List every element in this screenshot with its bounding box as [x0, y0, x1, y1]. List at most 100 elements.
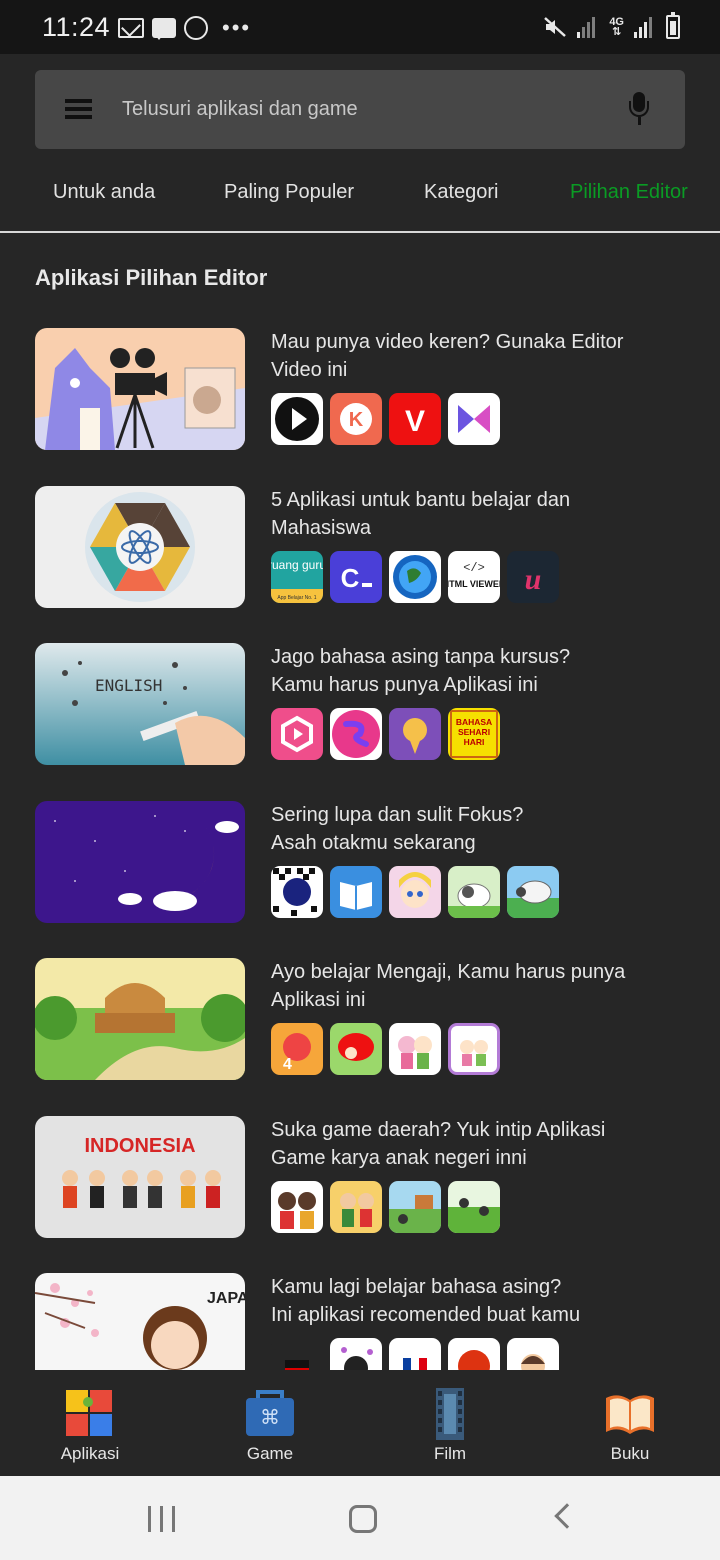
app-icon[interactable]: [271, 393, 323, 445]
search-input[interactable]: Telusuri aplikasi dan game: [122, 98, 358, 121]
collection-card[interactable]: ENGLISH Jago bahasa asing tanpa kursus? …: [0, 625, 720, 765]
nav-aplikasi[interactable]: Aplikasi: [30, 1388, 150, 1464]
tab-pilihan-editor[interactable]: Pilihan Editor: [570, 181, 688, 204]
recents-button[interactable]: [148, 1506, 176, 1532]
collection-title[interactable]: Ayo belajar Mengaji, Kamu harus punya Ap…: [271, 958, 691, 1014]
app-icon[interactable]: [448, 1181, 500, 1233]
gamepad-briefcase-icon: ⌘: [244, 1388, 296, 1440]
app-icon[interactable]: [448, 1338, 500, 1370]
nav-label: Game: [246, 1444, 294, 1463]
whatsapp-icon: [184, 16, 208, 40]
thumbnail-text: JAPAN: [207, 1290, 245, 1307]
collection-thumbnail[interactable]: INDONESIA: [35, 1116, 245, 1238]
svg-text:⌘: ⌘: [260, 1405, 280, 1429]
collection-card[interactable]: Sering lupa dan sulit Fokus? Asah otakmu…: [0, 783, 720, 923]
svg-text:K: K: [349, 409, 364, 431]
tab-kategori[interactable]: Kategori: [424, 181, 499, 204]
collection-thumbnail[interactable]: [35, 801, 245, 923]
app-icon[interactable]: [330, 866, 382, 918]
battery-icon: [666, 12, 680, 39]
system-status-icons: 4G ⇅: [543, 12, 680, 42]
app-icon[interactable]: K: [330, 393, 382, 445]
chat-icon: [152, 18, 176, 40]
app-icon[interactable]: 4: [271, 1023, 323, 1075]
app-icon-row: 4: [271, 1023, 500, 1075]
back-button[interactable]: [554, 1503, 580, 1529]
collection-title[interactable]: Sering lupa dan sulit Fokus? Asah otakmu…: [271, 801, 691, 857]
bottom-navigation: Aplikasi ⌘ Game Film Buku: [0, 1370, 720, 1476]
app-icon[interactable]: [330, 708, 382, 760]
app-icon[interactable]: [330, 1338, 382, 1370]
app-icon[interactable]: [389, 551, 441, 603]
status-bar: 11:24 ••• 4G ⇅: [0, 0, 720, 54]
section-title: Aplikasi Pilihan Editor: [35, 265, 268, 290]
search-bar[interactable]: Telusuri aplikasi dan game: [35, 70, 685, 149]
app-icon[interactable]: [507, 1338, 559, 1370]
app-icon[interactable]: [448, 1023, 500, 1075]
category-tabs: Untuk anda Paling Populer Kategori Pilih…: [0, 170, 720, 232]
app-icon-row: [271, 866, 559, 918]
mail-icon: [118, 18, 144, 38]
tab-untuk-anda[interactable]: Untuk anda: [53, 181, 155, 204]
collection-title[interactable]: Mau punya video keren? Gunaka Editor Vid…: [271, 328, 691, 384]
app-icon[interactable]: [507, 866, 559, 918]
app-icon[interactable]: [448, 866, 500, 918]
menu-icon[interactable]: [65, 99, 92, 119]
app-icon[interactable]: [389, 1181, 441, 1233]
svg-text:</>: </>: [463, 561, 485, 575]
collection-card[interactable]: JAPAN Kamu lagi belajar bahasa asing? In…: [0, 1255, 720, 1370]
app-icon-text: ruang guru: [271, 558, 323, 572]
home-button[interactable]: [349, 1505, 377, 1533]
status-time: 11:24: [42, 12, 111, 42]
collection-thumbnail[interactable]: [35, 958, 245, 1080]
app-icon[interactable]: [271, 1338, 323, 1370]
collection-card[interactable]: Ayo belajar Mengaji, Kamu harus punya Ap…: [0, 940, 720, 1080]
app-icon[interactable]: [271, 1181, 323, 1233]
app-icon[interactable]: [330, 1181, 382, 1233]
collection-thumbnail[interactable]: JAPAN: [35, 1273, 245, 1370]
app-icon[interactable]: </> HTML VIEWER: [448, 551, 500, 603]
collection-title[interactable]: 5 Aplikasi untuk bantu belajar dan Mahas…: [271, 486, 691, 542]
app-icon[interactable]: [271, 866, 323, 918]
network-type: 4G ⇅: [609, 16, 624, 38]
app-icon[interactable]: ruang guru App Belajar No. 1: [271, 551, 323, 603]
collection-title[interactable]: Kamu lagi belajar bahasa asing? Ini apli…: [271, 1273, 691, 1329]
app-icon-row: K V: [271, 393, 500, 445]
nav-label: Buku: [610, 1444, 650, 1463]
nav-game[interactable]: ⌘ Game: [210, 1388, 330, 1464]
app-icon[interactable]: BAHASA SEHARI HARI: [448, 708, 500, 760]
collection-thumbnail[interactable]: [35, 486, 245, 608]
app-icon[interactable]: [389, 866, 441, 918]
app-icon-text: App Belajar No. 1: [277, 595, 316, 601]
svg-text:C: C: [341, 563, 360, 593]
app-icon[interactable]: C: [330, 551, 382, 603]
thumbnail-text: INDONESIA: [84, 1135, 195, 1157]
notification-icons: •••: [118, 14, 251, 42]
app-icon[interactable]: [271, 708, 323, 760]
collection-title[interactable]: Suka game daerah? Yuk intip Aplikasi Gam…: [271, 1116, 691, 1172]
collection-thumbnail[interactable]: [35, 328, 245, 450]
collection-card[interactable]: Mau punya video keren? Gunaka Editor Vid…: [0, 310, 720, 450]
app-icon[interactable]: [389, 1338, 441, 1370]
mic-icon[interactable]: [628, 92, 650, 126]
collection-thumbnail[interactable]: ENGLISH: [35, 643, 245, 765]
collection-title[interactable]: Jago bahasa asing tanpa kursus? Kamu har…: [271, 643, 691, 699]
collection-card[interactable]: INDONESIA Suka game daerah? Yuk intip Ap…: [0, 1098, 720, 1238]
nav-film[interactable]: Film: [390, 1388, 510, 1464]
app-icon[interactable]: [389, 708, 441, 760]
signal-icon: [577, 16, 599, 38]
app-icon-row: [271, 1338, 559, 1370]
app-icon[interactable]: [448, 393, 500, 445]
nav-buku[interactable]: Buku: [570, 1388, 690, 1464]
nav-label: Aplikasi: [60, 1444, 120, 1463]
app-icon[interactable]: [330, 1023, 382, 1075]
tab-paling-populer[interactable]: Paling Populer: [224, 181, 354, 204]
svg-text:4: 4: [283, 1056, 292, 1073]
mute-icon: [544, 17, 567, 37]
app-icon[interactable]: u: [507, 551, 559, 603]
nav-label: Film: [433, 1444, 467, 1463]
app-icon[interactable]: V: [389, 393, 441, 445]
more-dots-icon: •••: [222, 15, 252, 40]
app-icon[interactable]: [389, 1023, 441, 1075]
collection-card[interactable]: 5 Aplikasi untuk bantu belajar dan Mahas…: [0, 468, 720, 608]
